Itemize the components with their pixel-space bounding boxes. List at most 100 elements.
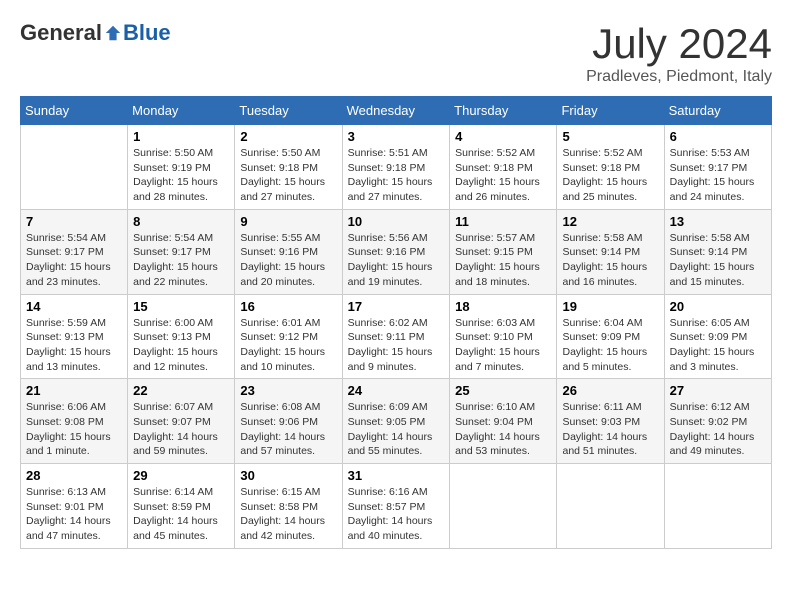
calendar-cell: 31 Sunrise: 6:16 AMSunset: 8:57 PMDayligh…: [342, 464, 450, 549]
day-info: Sunrise: 5:58 AMSunset: 9:14 PMDaylight:…: [670, 231, 766, 290]
title-block: July 2024 Pradleves, Piedmont, Italy: [586, 20, 772, 86]
weekday-header: Wednesday: [342, 97, 450, 125]
day-number: 23: [240, 383, 336, 398]
day-number: 3: [348, 129, 445, 144]
weekday-header: Thursday: [450, 97, 557, 125]
calendar-cell: 19Sunrise: 6:04 AMSunset: 9:09 PMDayligh…: [557, 294, 664, 379]
calendar-cell: 18 Sunrise: 6:03 AMSunset: 9:10 PMDayligh…: [450, 294, 557, 379]
day-info: Sunrise: 6:07 AMSunset: 9:07 PMDaylight:…: [133, 400, 229, 459]
day-info: Sunrise: 5:50 AMSunset: 9:18 PMDaylight:…: [240, 146, 336, 205]
calendar-week-row: 21 Sunrise: 6:06 AMSunset: 9:08 PMDayligh…: [21, 379, 772, 464]
day-number: 20: [670, 299, 766, 314]
day-number: 18: [455, 299, 551, 314]
calendar-cell: 12 Sunrise: 5:58 AMSunset: 9:14 PMDayligh…: [557, 209, 664, 294]
calendar-cell: 3 Sunrise: 5:51 AMSunset: 9:18 PMDaylight…: [342, 125, 450, 210]
day-info: Sunrise: 6:02 AMSunset: 9:11 PMDaylight:…: [348, 316, 445, 375]
day-info: Sunrise: 6:10 AMSunset: 9:04 PMDaylight:…: [455, 400, 551, 459]
day-number: 5: [562, 129, 658, 144]
weekday-header: Monday: [128, 97, 235, 125]
day-number: 14: [26, 299, 122, 314]
day-info: Sunrise: 5:56 AMSunset: 9:16 PMDaylight:…: [348, 231, 445, 290]
day-number: 24: [348, 383, 445, 398]
day-number: 2: [240, 129, 336, 144]
calendar-week-row: 28 Sunrise: 6:13 AMSunset: 9:01 PMDayligh…: [21, 464, 772, 549]
calendar-table: SundayMondayTuesdayWednesdayThursdayFrid…: [20, 96, 772, 549]
calendar-cell: 26 Sunrise: 6:11 AMSunset: 9:03 PMDayligh…: [557, 379, 664, 464]
calendar-cell: 7 Sunrise: 5:54 AMSunset: 9:17 PMDaylight…: [21, 209, 128, 294]
calendar-cell: 20Sunrise: 6:05 AMSunset: 9:09 PMDayligh…: [664, 294, 771, 379]
calendar-cell: 14 Sunrise: 5:59 AMSunset: 9:13 PMDayligh…: [21, 294, 128, 379]
day-info: Sunrise: 6:13 AMSunset: 9:01 PMDaylight:…: [26, 485, 122, 544]
day-number: 28: [26, 468, 122, 483]
logo-blue-text: Blue: [123, 20, 171, 46]
day-number: 22: [133, 383, 229, 398]
calendar-cell: 10 Sunrise: 5:56 AMSunset: 9:16 PMDayligh…: [342, 209, 450, 294]
day-number: 7: [26, 214, 122, 229]
day-number: 30: [240, 468, 336, 483]
calendar-cell: 29Sunrise: 6:14 AMSunset: 8:59 PMDayligh…: [128, 464, 235, 549]
calendar-cell: 2 Sunrise: 5:50 AMSunset: 9:18 PMDaylight…: [235, 125, 342, 210]
day-info: Sunrise: 5:55 AMSunset: 9:16 PMDaylight:…: [240, 231, 336, 290]
calendar-week-row: 14 Sunrise: 5:59 AMSunset: 9:13 PMDayligh…: [21, 294, 772, 379]
day-number: 9: [240, 214, 336, 229]
day-number: 12: [562, 214, 658, 229]
calendar-cell: [450, 464, 557, 549]
calendar-cell: 15 Sunrise: 6:00 AMSunset: 9:13 PMDayligh…: [128, 294, 235, 379]
day-info: Sunrise: 6:03 AMSunset: 9:10 PMDaylight:…: [455, 316, 551, 375]
day-info: Sunrise: 5:50 AMSunset: 9:19 PMDaylight:…: [133, 146, 229, 205]
day-number: 16: [240, 299, 336, 314]
weekday-header: Saturday: [664, 97, 771, 125]
weekday-header: Friday: [557, 97, 664, 125]
calendar-header-row: SundayMondayTuesdayWednesdayThursdayFrid…: [21, 97, 772, 125]
calendar-cell: 30 Sunrise: 6:15 AMSunset: 8:58 PMDayligh…: [235, 464, 342, 549]
day-number: 25: [455, 383, 551, 398]
calendar-cell: [21, 125, 128, 210]
day-number: 8: [133, 214, 229, 229]
day-info: Sunrise: 6:01 AMSunset: 9:12 PMDaylight:…: [240, 316, 336, 375]
day-info: Sunrise: 6:06 AMSunset: 9:08 PMDaylight:…: [26, 400, 122, 459]
calendar-cell: 23 Sunrise: 6:08 AMSunset: 9:06 PMDayligh…: [235, 379, 342, 464]
day-info: Sunrise: 6:11 AMSunset: 9:03 PMDaylight:…: [562, 400, 658, 459]
calendar-cell: 13Sunrise: 5:58 AMSunset: 9:14 PMDayligh…: [664, 209, 771, 294]
day-number: 4: [455, 129, 551, 144]
day-info: Sunrise: 5:59 AMSunset: 9:13 PMDaylight:…: [26, 316, 122, 375]
calendar-cell: [557, 464, 664, 549]
calendar-cell: 21 Sunrise: 6:06 AMSunset: 9:08 PMDayligh…: [21, 379, 128, 464]
calendar-cell: 27 Sunrise: 6:12 AMSunset: 9:02 PMDayligh…: [664, 379, 771, 464]
logo: General Blue: [20, 20, 171, 46]
day-number: 21: [26, 383, 122, 398]
day-info: Sunrise: 6:12 AMSunset: 9:02 PMDaylight:…: [670, 400, 766, 459]
day-number: 1: [133, 129, 229, 144]
calendar-cell: 17Sunrise: 6:02 AMSunset: 9:11 PMDayligh…: [342, 294, 450, 379]
calendar-cell: 16 Sunrise: 6:01 AMSunset: 9:12 PMDayligh…: [235, 294, 342, 379]
calendar-cell: 8Sunrise: 5:54 AMSunset: 9:17 PMDaylight…: [128, 209, 235, 294]
calendar-cell: 11 Sunrise: 5:57 AMSunset: 9:15 PMDayligh…: [450, 209, 557, 294]
day-info: Sunrise: 6:08 AMSunset: 9:06 PMDaylight:…: [240, 400, 336, 459]
calendar-week-row: 7 Sunrise: 5:54 AMSunset: 9:17 PMDaylight…: [21, 209, 772, 294]
day-number: 29: [133, 468, 229, 483]
month-title: July 2024: [586, 20, 772, 68]
day-info: Sunrise: 5:57 AMSunset: 9:15 PMDaylight:…: [455, 231, 551, 290]
day-info: Sunrise: 6:16 AMSunset: 8:57 PMDaylight:…: [348, 485, 445, 544]
calendar-cell: 5Sunrise: 5:52 AMSunset: 9:18 PMDaylight…: [557, 125, 664, 210]
day-number: 10: [348, 214, 445, 229]
calendar-cell: 1 Sunrise: 5:50 AMSunset: 9:19 PMDaylight…: [128, 125, 235, 210]
day-info: Sunrise: 5:58 AMSunset: 9:14 PMDaylight:…: [562, 231, 658, 290]
day-number: 15: [133, 299, 229, 314]
day-number: 11: [455, 214, 551, 229]
day-info: Sunrise: 6:15 AMSunset: 8:58 PMDaylight:…: [240, 485, 336, 544]
day-info: Sunrise: 6:00 AMSunset: 9:13 PMDaylight:…: [133, 316, 229, 375]
calendar-cell: 9 Sunrise: 5:55 AMSunset: 9:16 PMDaylight…: [235, 209, 342, 294]
day-number: 26: [562, 383, 658, 398]
calendar-cell: 25 Sunrise: 6:10 AMSunset: 9:04 PMDayligh…: [450, 379, 557, 464]
day-info: Sunrise: 5:51 AMSunset: 9:18 PMDaylight:…: [348, 146, 445, 205]
day-info: Sunrise: 6:09 AMSunset: 9:05 PMDaylight:…: [348, 400, 445, 459]
page-header: General Blue July 2024 Pradleves, Piedmo…: [20, 20, 772, 86]
location-text: Pradleves, Piedmont, Italy: [586, 68, 772, 86]
calendar-cell: 6Sunrise: 5:53 AMSunset: 9:17 PMDaylight…: [664, 125, 771, 210]
calendar-cell: 22 Sunrise: 6:07 AMSunset: 9:07 PMDayligh…: [128, 379, 235, 464]
day-number: 27: [670, 383, 766, 398]
day-number: 31: [348, 468, 445, 483]
day-info: Sunrise: 5:54 AMSunset: 9:17 PMDaylight:…: [26, 231, 122, 290]
calendar-cell: 24 Sunrise: 6:09 AMSunset: 9:05 PMDayligh…: [342, 379, 450, 464]
